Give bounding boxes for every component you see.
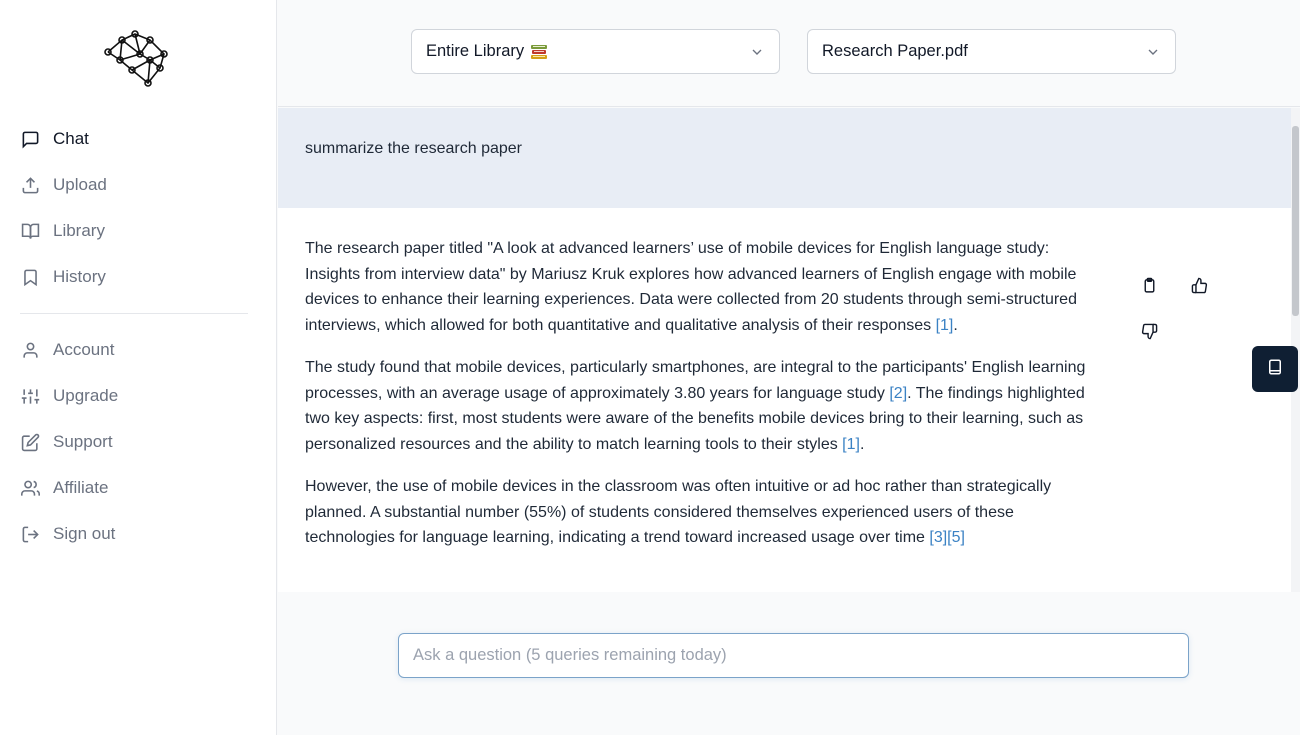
document-panel-button[interactable] xyxy=(1252,346,1298,392)
chevron-down-icon xyxy=(749,44,765,60)
book-open-icon xyxy=(20,221,40,241)
answer-text: The research paper titled "A look at adv… xyxy=(305,240,1077,334)
scope-select-value: Entire Library xyxy=(426,42,525,60)
sidebar-item-support[interactable]: Support xyxy=(20,419,250,465)
sidebar-nav: Chat Upload Library History Account Upgr… xyxy=(20,116,250,557)
sidebar-item-label: Upload xyxy=(53,175,107,194)
clipboard-icon[interactable] xyxy=(1139,275,1159,295)
sidebar-item-chat[interactable]: Chat xyxy=(20,116,250,162)
bookmark-icon xyxy=(20,267,40,287)
user-message: summarize the research paper xyxy=(278,108,1300,208)
message-square-icon xyxy=(20,129,40,149)
composer xyxy=(278,592,1300,735)
upload-icon xyxy=(20,175,40,195)
user-icon xyxy=(20,340,40,360)
sliders-icon xyxy=(20,386,40,406)
sidebar-item-library[interactable]: Library xyxy=(20,208,250,254)
sidebar-item-label: Support xyxy=(53,432,113,451)
sidebar-item-label: Affiliate xyxy=(53,478,109,497)
user-message-text: summarize the research paper xyxy=(305,140,522,157)
sidebar-item-label: Upgrade xyxy=(53,386,119,405)
citation-link[interactable]: [1] xyxy=(842,436,860,453)
sidebar-item-account[interactable]: Account xyxy=(20,327,250,373)
scope-select[interactable]: Entire Library xyxy=(411,29,780,74)
citation-link[interactable]: [3][5] xyxy=(929,529,965,546)
answer-text: . xyxy=(953,316,958,334)
sidebar-item-upgrade[interactable]: Upgrade xyxy=(20,373,250,419)
question-input[interactable] xyxy=(398,633,1189,678)
sidebar-item-history[interactable]: History xyxy=(20,254,250,300)
users-icon xyxy=(20,478,40,498)
assistant-answer: The research paper titled "A look at adv… xyxy=(278,208,1098,551)
citation-link[interactable]: [2] xyxy=(889,385,907,402)
sidebar-item-label: Account xyxy=(53,340,115,359)
sign-out-icon xyxy=(20,524,40,544)
document-select-value: Research Paper.pdf xyxy=(822,42,968,60)
selector-bar: Entire Library Research Paper.pdf xyxy=(278,0,1300,107)
answer-paragraph: However, the use of mobile devices in th… xyxy=(305,474,1098,551)
sidebar-item-label: History xyxy=(53,267,106,286)
edit-icon xyxy=(20,432,40,452)
scrollbar-thumb[interactable] xyxy=(1292,126,1299,316)
document-panel-icon xyxy=(1266,358,1284,381)
chat-thread: summarize the research paper The researc… xyxy=(278,108,1300,592)
books-icon xyxy=(530,43,548,61)
thumbs-up-icon[interactable] xyxy=(1189,275,1209,295)
sidebar-item-label: Sign out xyxy=(53,524,116,543)
citation-link[interactable]: [1] xyxy=(936,317,954,334)
sidebar: Chat Upload Library History Account Upgr… xyxy=(0,0,277,735)
sidebar-item-label: Library xyxy=(53,221,105,240)
sidebar-item-label: Chat xyxy=(53,129,89,148)
answer-paragraph: The study found that mobile devices, par… xyxy=(305,355,1098,457)
sidebar-item-sign-out[interactable]: Sign out xyxy=(20,511,250,557)
sidebar-item-upload[interactable]: Upload xyxy=(20,162,250,208)
sidebar-item-affiliate[interactable]: Affiliate xyxy=(20,465,250,511)
answer-paragraph: The research paper titled "A look at adv… xyxy=(305,236,1098,338)
answer-text: . xyxy=(859,435,865,453)
brain-network-icon[interactable] xyxy=(100,30,170,88)
chevron-down-icon xyxy=(1145,44,1161,60)
document-select[interactable]: Research Paper.pdf xyxy=(807,29,1176,74)
thumbs-down-icon[interactable] xyxy=(1139,321,1159,341)
sidebar-divider xyxy=(20,313,248,314)
